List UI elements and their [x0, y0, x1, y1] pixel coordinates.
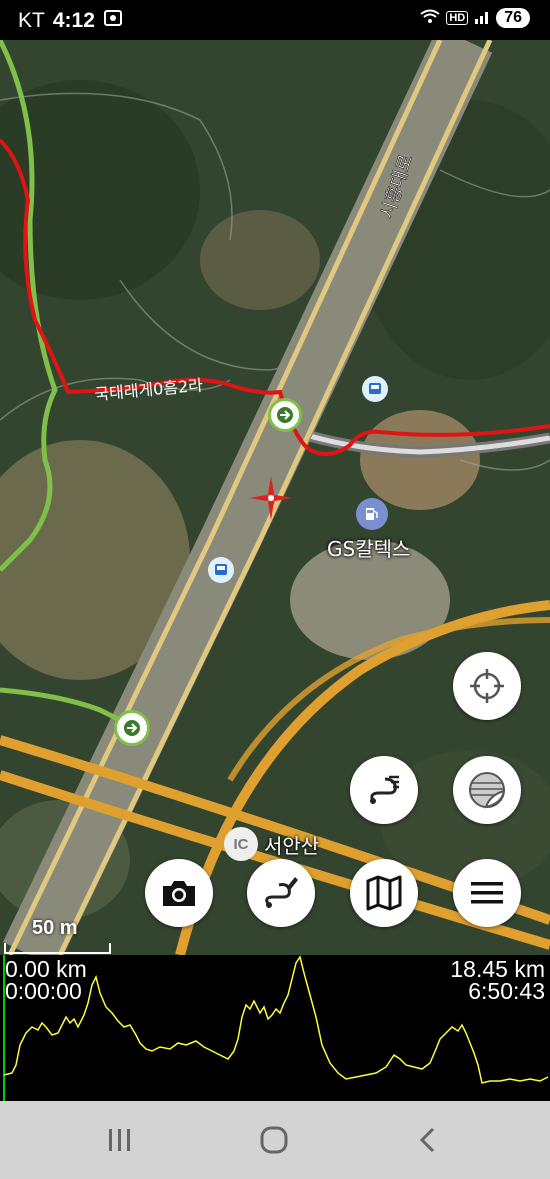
elevation-profile[interactable]: 0.00 km 0:00:00 18.45 km 6:50:43 — [0, 955, 550, 1101]
gas-station-icon[interactable] — [356, 498, 388, 530]
scale-line — [4, 943, 111, 954]
back-button[interactable] — [408, 1123, 448, 1157]
map-view[interactable]: 국태래게0흠2라 시흥대로 GS칼텍스 IC 서안산 50 m — [0, 40, 550, 955]
recent-apps-icon — [109, 1129, 130, 1151]
draw-route-button[interactable] — [247, 859, 315, 927]
arrow-right-icon — [277, 407, 293, 423]
status-right: HD 76 — [420, 8, 530, 28]
arrow-right-icon — [124, 720, 140, 736]
crosshair-icon — [470, 669, 504, 703]
screenshot-icon — [103, 9, 123, 33]
end-distance: 18.45 km — [450, 956, 545, 982]
map-button[interactable] — [350, 859, 418, 927]
home-button[interactable] — [254, 1123, 294, 1157]
wifi-icon — [420, 9, 440, 28]
interchange-label: 서안산 — [264, 834, 320, 858]
route-list-button[interactable] — [350, 756, 418, 824]
route-list-icon — [370, 775, 399, 804]
interchange-badge[interactable]: IC — [224, 827, 258, 861]
start-distance: 0.00 km — [5, 956, 87, 982]
locate-button[interactable] — [453, 652, 521, 720]
menu-icon — [471, 882, 503, 904]
interchange-badge-text: IC — [233, 835, 249, 853]
end-time: 6:50:43 — [468, 978, 545, 1004]
battery-indicator: 76 — [496, 8, 530, 28]
status-bar: KT 4:12 HD 76 — [0, 0, 550, 40]
home-icon — [260, 1126, 288, 1154]
gas-station-label: GS칼텍스 — [327, 537, 411, 561]
trail-marker-arrow[interactable] — [114, 710, 150, 746]
layers-button[interactable] — [453, 756, 521, 824]
map-center-cursor — [249, 476, 293, 520]
layers-icon — [469, 772, 506, 809]
crosshair-cursor-icon — [249, 476, 293, 520]
bus-stop-icon[interactable] — [208, 557, 234, 583]
system-nav-bar — [0, 1101, 550, 1179]
menu-button[interactable] — [453, 859, 521, 927]
trail-marker-arrow[interactable] — [268, 398, 302, 432]
start-time: 0:00:00 — [5, 978, 82, 1004]
camera-button[interactable] — [145, 859, 213, 927]
draw-route-icon — [265, 877, 298, 908]
carrier-label: KT — [18, 9, 45, 32]
clock: 4:12 — [52, 9, 95, 32]
back-icon — [419, 1127, 435, 1153]
recent-apps-button[interactable] — [100, 1123, 140, 1157]
bus-stop-icon[interactable] — [362, 376, 388, 402]
camera-icon — [163, 881, 195, 906]
signal-icon — [474, 9, 490, 28]
hd-badge: HD — [446, 11, 469, 25]
map-icon — [366, 875, 402, 911]
status-left: KT 4:12 — [18, 9, 123, 33]
